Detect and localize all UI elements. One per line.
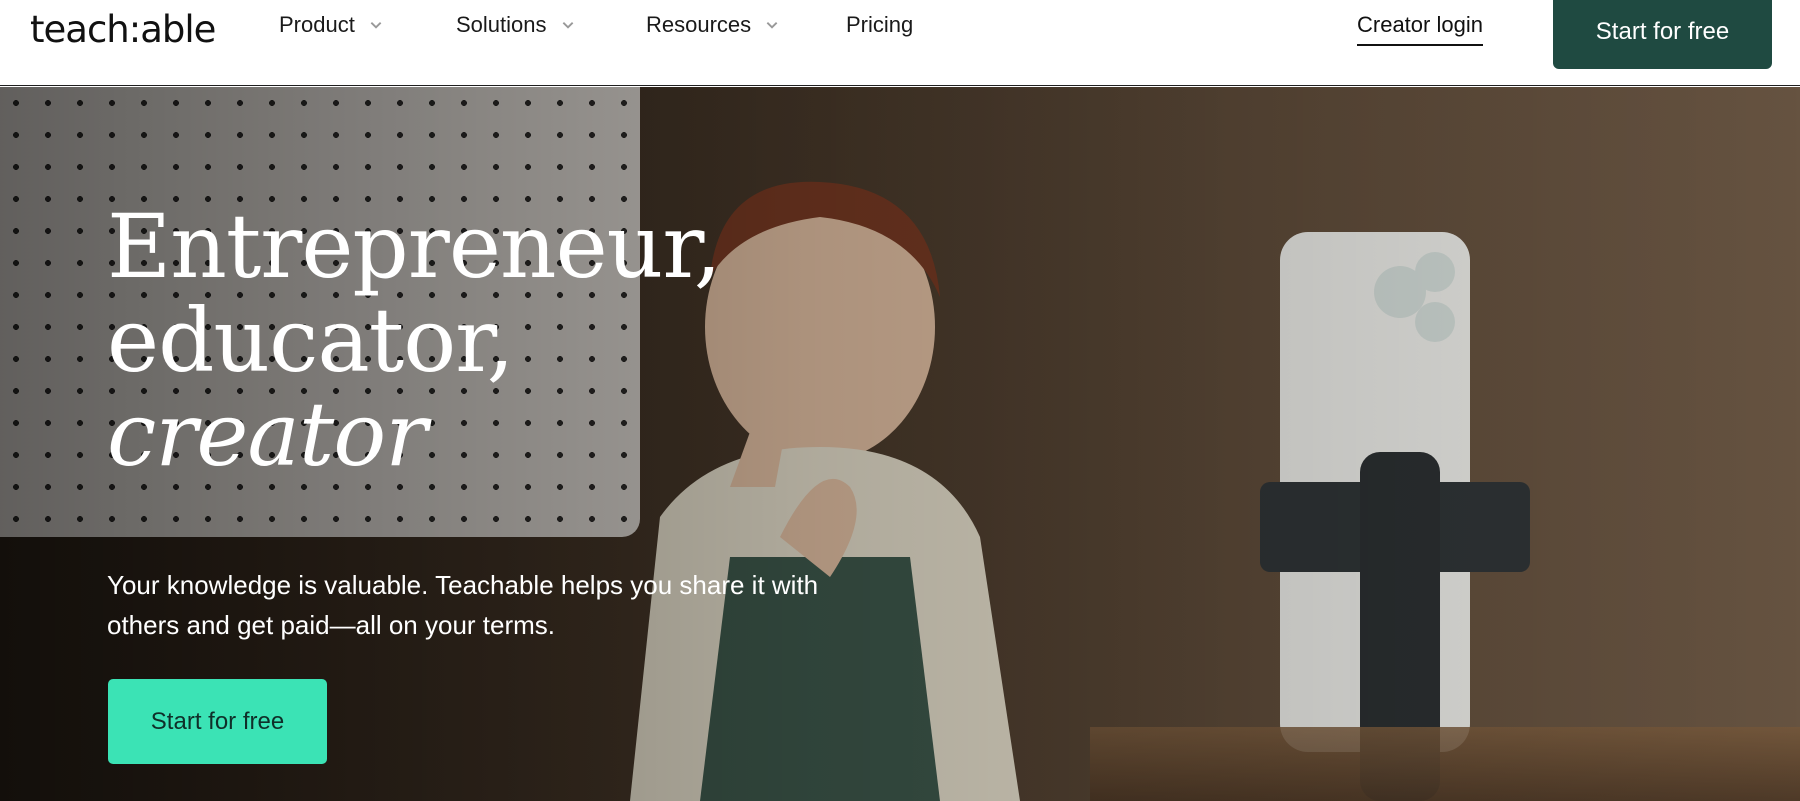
hero-headline: Entrepreneur, educator, creator bbox=[107, 195, 722, 486]
chevron-down-icon bbox=[562, 22, 573, 29]
creator-login-link[interactable]: Creator login bbox=[1357, 12, 1483, 46]
headline-line-1: Entrepreneur, bbox=[107, 195, 722, 298]
hero-section: Entrepreneur, educator, creator Your kno… bbox=[0, 87, 1800, 801]
site-header: teach:able Product Solutions Resources P… bbox=[0, 0, 1800, 86]
nav-label: Pricing bbox=[846, 12, 914, 37]
nav-label: Product bbox=[279, 12, 355, 37]
start-for-free-button-hero[interactable]: Start for free bbox=[108, 679, 327, 764]
nav-label: Solutions bbox=[456, 12, 547, 37]
nav-label: Resources bbox=[646, 12, 752, 37]
nav-item-pricing[interactable]: Pricing bbox=[846, 12, 913, 38]
nav-item-solutions[interactable]: Solutions bbox=[456, 12, 575, 38]
nav-item-product[interactable]: Product bbox=[279, 12, 383, 38]
headline-line-3: creator bbox=[107, 383, 427, 486]
hero-subtext: Your knowledge is valuable. Teachable he… bbox=[107, 570, 819, 640]
chevron-down-icon bbox=[370, 22, 382, 29]
nav-item-resources[interactable]: Resources bbox=[646, 12, 779, 38]
teachable-logo[interactable]: teach:able bbox=[30, 8, 216, 51]
chevron-down-icon bbox=[766, 22, 778, 29]
headline-line-2: educator, bbox=[107, 289, 515, 392]
start-for-free-button-header[interactable]: Start for free bbox=[1553, 0, 1772, 69]
